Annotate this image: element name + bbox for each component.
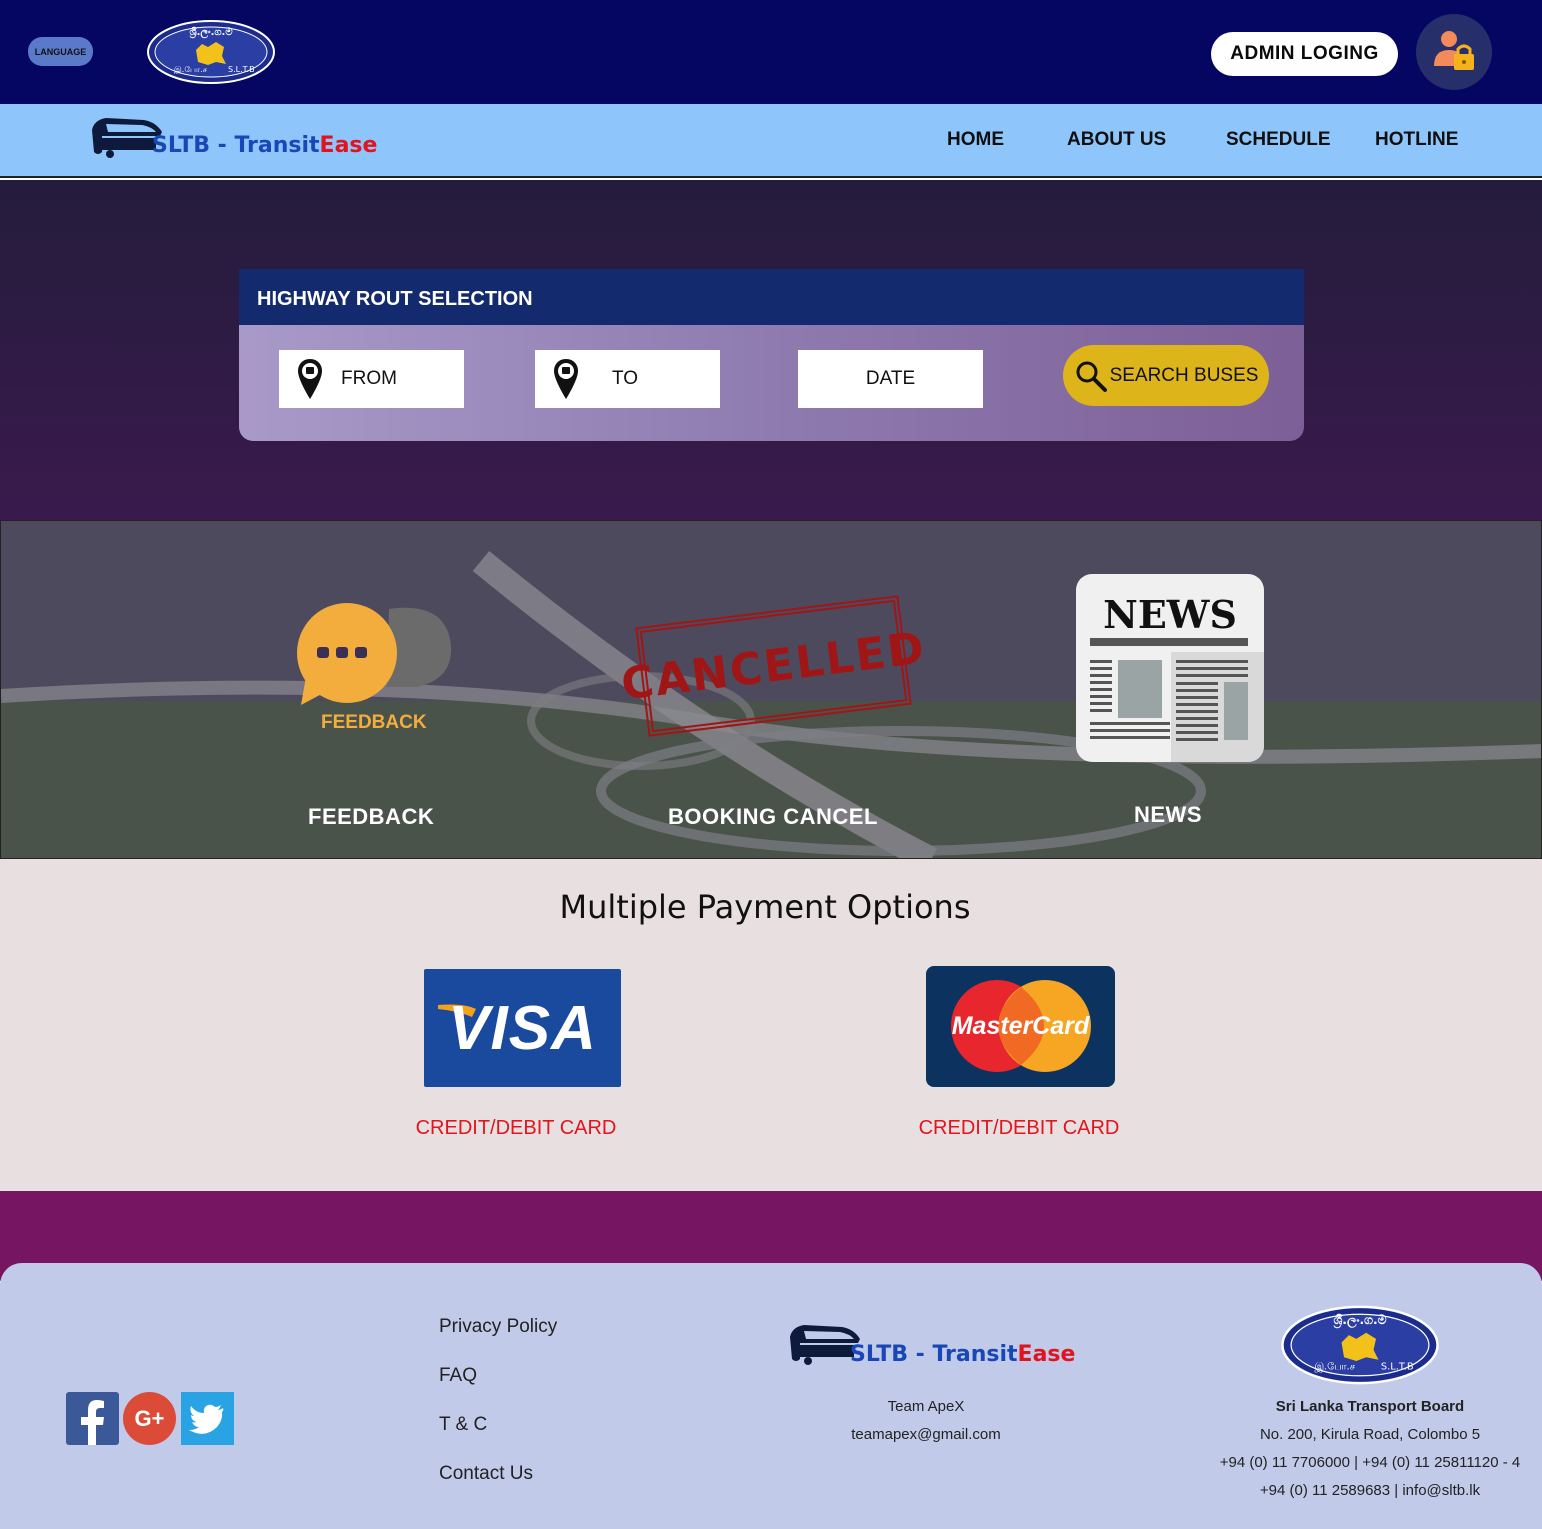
footer-link-faq[interactable]: FAQ	[439, 1365, 477, 1387]
sltb-seal-logo: ශ්‍රී.ලං.ග.ම இ.போ.ச S.L.T.B	[147, 20, 275, 84]
nav-hotline[interactable]: HOTLINE	[1375, 129, 1458, 151]
footer-link-terms[interactable]: T & C	[439, 1414, 487, 1436]
date-label: DATE	[865, 368, 916, 389]
news-label[interactable]: NEWS	[1134, 802, 1202, 828]
facebook-icon[interactable]	[66, 1392, 119, 1445]
location-pin-icon	[554, 359, 578, 399]
footer-team-name: Team ApeX	[887, 1398, 965, 1415]
booking-cancel-label[interactable]: BOOKING CANCEL	[668, 804, 878, 830]
route-selection-title: HIGHWAY ROUT SELECTION	[239, 269, 1304, 325]
footer-brand-name: SLTB - TransitEase	[850, 1342, 1076, 1367]
footer-org-name: Sri Lanka Transport Board	[1275, 1398, 1465, 1415]
to-field[interactable]: TO	[535, 350, 720, 408]
admin-lock-icon[interactable]	[1416, 14, 1492, 90]
svg-text:S.L.T.B: S.L.T.B	[1381, 1362, 1414, 1373]
nav-home[interactable]: HOME	[947, 129, 1004, 151]
footer-phone-2: +94 (0) 11 2589683 | info@sltb.lk	[1259, 1482, 1481, 1499]
route-selection-section: HIGHWAY ROUT SELECTION FROM TO DATE SEAR…	[0, 180, 1542, 520]
to-label: TO	[612, 368, 639, 389]
feedback-icon[interactable]: FEEDBACK	[297, 601, 457, 741]
footer-phone-1: +94 (0) 11 7706000 | +94 (0) 11 25811120…	[1219, 1454, 1521, 1471]
svg-text:இ.போ.ச: இ.போ.ச	[174, 65, 208, 75]
top-bar: LANGUAGE ශ්‍රී.ලං.ග.ම இ.போ.ச S.L.T.B ADM…	[0, 0, 1542, 104]
svg-text:ශ්‍රී.ලං.ග.ම: ශ්‍රී.ලං.ග.ම	[1333, 1313, 1386, 1329]
main-navbar: SLTB - TransitEase HOME ABOUT US SCHEDUL…	[0, 104, 1542, 178]
mastercard-logo: MasterCard	[926, 966, 1115, 1087]
feedback-icon-label: FEEDBACK	[321, 712, 427, 733]
date-field[interactable]: DATE	[798, 350, 983, 408]
footer-link-contact-us[interactable]: Contact Us	[439, 1463, 533, 1485]
feedback-label[interactable]: FEEDBACK	[308, 804, 434, 830]
google-plus-icon[interactable]: G+	[123, 1392, 176, 1445]
language-button[interactable]: LANGUAGE	[28, 37, 93, 66]
admin-login-button[interactable]: ADMIN LOGING	[1211, 32, 1398, 76]
footer-contact-block: Sri Lanka Transport Board No. 200, Kirul…	[1205, 1393, 1535, 1505]
from-label: FROM	[341, 368, 397, 389]
news-icon[interactable]: NEWS	[1076, 574, 1264, 762]
visa-card-logo: VISA	[424, 969, 621, 1087]
footer-team-email[interactable]: teamapex@gmail.com	[780, 1426, 1072, 1443]
svg-text:ශ්‍රී.ලං.ග.ම: ශ්‍රී.ලං.ග.ම	[189, 26, 233, 39]
payment-options-section: Multiple Payment Options VISA MasterCard…	[0, 859, 1542, 1191]
footer: G+ Privacy Policy FAQ T & C Contact Us S…	[0, 1263, 1542, 1529]
nav-schedule[interactable]: SCHEDULE	[1226, 129, 1331, 151]
mastercard-card-label: CREDIT/DEBIT CARD	[918, 1117, 1120, 1139]
nav-links: HOME ABOUT US SCHEDULE HOTLINE	[0, 104, 1542, 176]
twitter-icon[interactable]	[181, 1392, 234, 1445]
nav-about-us[interactable]: ABOUT US	[1067, 129, 1166, 151]
footer-address: No. 200, Kirula Road, Colombo 5	[1259, 1426, 1481, 1443]
svg-text:இ.போ.ச: இ.போ.ச	[1314, 1362, 1355, 1373]
footer-sltb-seal-logo: ශ්‍රී.ලං.ග.ම இ.போ.ச S.L.T.B	[1281, 1305, 1439, 1385]
svg-text:G+: G+	[135, 1406, 165, 1431]
features-section: FEEDBACK CANCELLED NEWS FEEDBACK BOOKING…	[0, 520, 1542, 859]
visa-card-label: CREDIT/DEBIT CARD	[415, 1117, 617, 1139]
svg-text:S.L.T.B: S.L.T.B	[228, 65, 255, 74]
search-buses-button[interactable]: SEARCH BUSES	[1063, 345, 1269, 406]
search-buses-label: SEARCH BUSES	[1109, 364, 1259, 386]
search-icon	[1076, 361, 1107, 392]
from-field[interactable]: FROM	[279, 350, 464, 408]
route-form: FROM TO DATE SEARCH BUSES	[239, 325, 1304, 441]
location-pin-icon	[298, 359, 322, 399]
footer-brand-logo: SLTB - TransitEase	[786, 1323, 1075, 1367]
route-selection-card: HIGHWAY ROUT SELECTION FROM TO DATE SEAR…	[239, 269, 1304, 441]
payment-options-title: Multiple Payment Options	[559, 888, 971, 926]
footer-link-privacy-policy[interactable]: Privacy Policy	[439, 1316, 557, 1338]
